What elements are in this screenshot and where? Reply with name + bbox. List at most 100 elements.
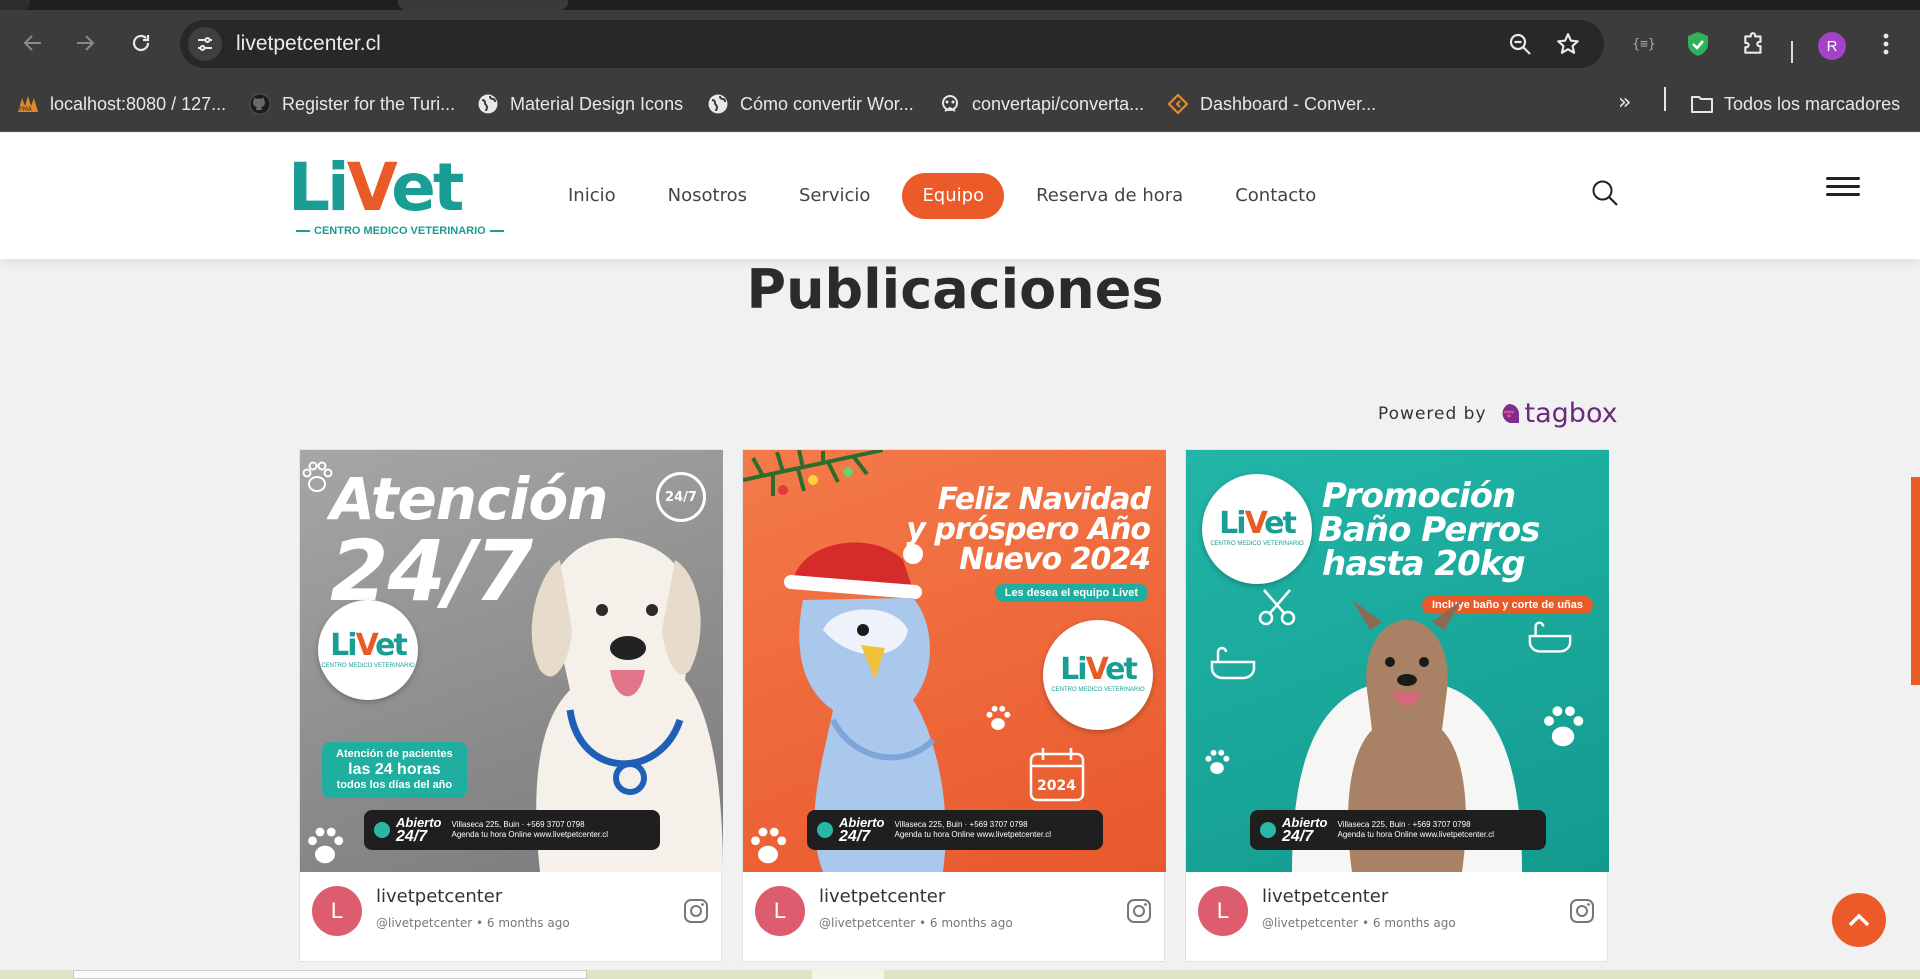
powered-by[interactable]: Powered by tagbox — [1378, 398, 1618, 429]
instagram-icon[interactable] — [683, 898, 709, 924]
forward-button[interactable] — [68, 26, 102, 60]
nav-item-equipo[interactable]: Equipo — [902, 173, 1005, 219]
arrow-right-icon — [77, 35, 95, 51]
paw-icon — [302, 461, 333, 492]
bookmark-item[interactable]: Register for the Turi... — [248, 90, 455, 118]
bookmarks-divider — [1664, 87, 1666, 111]
author-handle: @livetpetcenter — [376, 916, 473, 930]
nav-item-contacto[interactable]: Contacto — [1215, 173, 1336, 219]
tune-icon — [198, 37, 212, 51]
extensions-button[interactable] — [1738, 28, 1770, 60]
bookmark-label: Dashboard - Conver... — [1200, 93, 1377, 114]
bookmark-item[interactable]: PMA localhost:8080 / 127... — [16, 90, 226, 118]
address-bar[interactable]: livetpetcenter.cl — [180, 20, 1604, 68]
info-open-hours: 24/7 — [396, 827, 428, 845]
post-card[interactable]: LiVet CENTRO MEDICO VETERINARIO Promoció… — [1185, 449, 1609, 962]
info-location: Villaseca 225, Buin — [1337, 820, 1406, 830]
hamburger-menu-button[interactable] — [1826, 177, 1860, 201]
browser-menu-button[interactable] — [1870, 28, 1902, 60]
instagram-icon[interactable] — [1569, 898, 1595, 924]
nav-item-servicio[interactable]: Servicio — [779, 173, 890, 219]
post-meta: L livetpetcenter @livetpetcenter • 6 mon… — [743, 872, 1164, 963]
pine-branch-icon — [743, 450, 883, 496]
post-headline: hasta 20kg — [1322, 544, 1526, 584]
bottom-panel — [73, 970, 587, 979]
more-bookmarks-button[interactable]: » — [1618, 90, 1631, 115]
bookmarks-bar: PMA localhost:8080 / 127... Register for… — [0, 76, 1920, 132]
bookmark-item[interactable]: Material Design Icons — [476, 90, 683, 118]
folder-icon — [1690, 92, 1714, 116]
pill-line: Atención de pacientes — [336, 748, 453, 760]
chevron-double-right-icon: » — [1618, 90, 1632, 115]
search-icon[interactable] — [1590, 178, 1620, 208]
paw-dot-icon — [374, 822, 390, 838]
shield-extension-button[interactable] — [1682, 28, 1714, 60]
browser-toolbar: livetpetcenter.cl {≡} R — [0, 10, 1920, 76]
post-time: 6 months ago — [1372, 916, 1456, 930]
tab-active[interactable] — [398, 0, 568, 10]
post-info-bar: Abierto 24/7 Villaseca 225, Buin · +569 3… — [364, 810, 660, 850]
author-avatar[interactable]: L — [755, 886, 805, 936]
post-headline: Feliz Navidad — [937, 482, 1151, 517]
sticker-subtitle: CENTRO MEDICO VETERINARIO — [1210, 541, 1304, 547]
nav-item-nosotros[interactable]: Nosotros — [648, 173, 767, 219]
author-name[interactable]: livetpetcenter — [376, 886, 502, 907]
info-open-hours: 24/7 — [1282, 827, 1314, 845]
instagram-icon[interactable] — [1126, 898, 1152, 924]
zoom-button[interactable] — [1506, 30, 1534, 58]
site-logo[interactable]: LiVet CENTRO MEDICO VETERINARIO — [288, 153, 498, 243]
info-web: Agenda tu hora Online www.livetpetcenter… — [894, 830, 1052, 839]
post-time: 6 months ago — [486, 916, 570, 930]
menu-line — [1826, 193, 1860, 196]
author-handle: @livetpetcenter — [1262, 916, 1359, 930]
author-handle-time: @livetpetcenter • 6 months ago — [1262, 916, 1456, 930]
post-card[interactable]: Feliz Navidad y próspero Año Nuevo 2024 … — [742, 449, 1166, 963]
info-phone: +569 3707 0798 — [969, 820, 1028, 830]
json-extension-button[interactable]: {≡} — [1628, 28, 1660, 60]
info-phone: +569 3707 0798 — [526, 820, 585, 830]
bookmark-star-button[interactable] — [1554, 30, 1582, 58]
paw-dot-icon — [817, 822, 833, 838]
tab-inactive[interactable] — [0, 0, 30, 10]
paw-dot-icon — [1260, 822, 1276, 838]
reload-button[interactable] — [124, 26, 158, 60]
post-image[interactable]: Atención 24/7 24/7 LiVet CENTRO MEDICO V… — [300, 450, 723, 872]
back-button[interactable] — [16, 26, 50, 60]
github-icon — [248, 92, 272, 116]
bookmark-item[interactable]: Cómo convertir Wor... — [706, 90, 914, 118]
calendar-label: 2024 — [1037, 778, 1076, 794]
author-avatar[interactable]: L — [1198, 886, 1248, 936]
info-open-hours: 24/7 — [839, 827, 871, 845]
livet-sticker: LiVet CENTRO MEDICO VETERINARIO — [1202, 474, 1312, 584]
author-handle-time: @livetpetcenter • 6 months ago — [376, 916, 570, 930]
post-image[interactable]: Feliz Navidad y próspero Año Nuevo 2024 … — [743, 450, 1166, 872]
converter-icon — [1166, 92, 1190, 116]
info-open: Abierto 24/7 — [839, 816, 885, 845]
paw-icon — [1544, 706, 1584, 747]
url-text[interactable]: livetpetcenter.cl — [236, 32, 381, 56]
powered-by-label: Powered by — [1378, 403, 1487, 424]
globe-icon — [706, 92, 730, 116]
scroll-to-top-button[interactable] — [1832, 893, 1886, 947]
all-bookmarks-button[interactable]: Todos los marcadores — [1690, 90, 1900, 118]
post-pill: Atención de pacientes las 24 horas todos… — [322, 742, 467, 798]
bookmark-item[interactable]: convertapi/converta... — [938, 90, 1144, 118]
puzzle-icon — [1744, 32, 1762, 54]
author-name[interactable]: livetpetcenter — [1262, 886, 1388, 907]
nav-item-reserva[interactable]: Reserva de hora — [1016, 173, 1203, 219]
post-image[interactable]: LiVet CENTRO MEDICO VETERINARIO Promoció… — [1186, 450, 1609, 872]
info-open: Abierto 24/7 — [1282, 816, 1328, 845]
post-headline: Nuevo 2024 — [959, 542, 1151, 577]
post-meta: L livetpetcenter @livetpetcenter • 6 mon… — [300, 872, 721, 963]
nav-item-inicio[interactable]: Inicio — [548, 173, 636, 219]
site-info-button[interactable] — [188, 27, 222, 61]
profile-avatar[interactable]: R — [1818, 32, 1846, 60]
star-icon — [1557, 33, 1579, 54]
author-name[interactable]: livetpetcenter — [819, 886, 945, 907]
post-card[interactable]: Atención 24/7 24/7 LiVet CENTRO MEDICO V… — [299, 449, 723, 963]
author-avatar[interactable]: L — [312, 886, 362, 936]
arrow-left-icon — [23, 35, 41, 51]
bookmark-item[interactable]: Dashboard - Conver... — [1166, 90, 1376, 118]
kebab-menu-icon — [1883, 33, 1889, 55]
all-bookmarks-label: Todos los marcadores — [1724, 93, 1901, 114]
